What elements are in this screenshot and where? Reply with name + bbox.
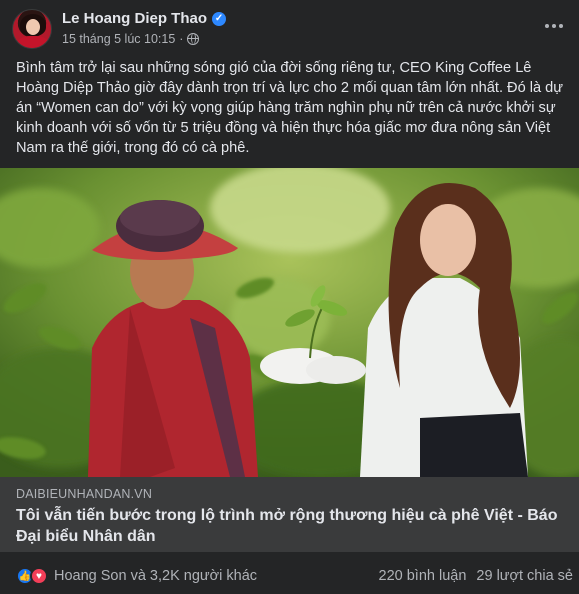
reactions-text[interactable]: Hoang Son và 3,2K người khác [54, 568, 257, 584]
dot-icon [552, 24, 556, 28]
post-footer: 👍 ♥ Hoang Son và 3,2K người khác 220 bìn… [0, 560, 579, 592]
photo-illustration [0, 168, 579, 477]
globe-icon[interactable] [187, 33, 200, 45]
separator-dot: · [179, 32, 184, 46]
verified-badge-icon: ✓ [212, 11, 227, 26]
shares-count[interactable]: 29 lượt chia sẻ [476, 568, 573, 584]
comments-count[interactable]: 220 bình luận [379, 568, 467, 584]
link-domain: DAIBIEUNHANDAN.VN [16, 487, 153, 501]
author-avatar[interactable] [12, 9, 52, 49]
dot-icon [545, 24, 549, 28]
author-name[interactable]: Le Hoang Diep Thao [62, 10, 207, 27]
post-text: Bình tâm trở lại sau những sóng gió của … [16, 60, 564, 156]
more-options-button[interactable] [541, 16, 567, 36]
reactions-summary[interactable]: 👍 ♥ Hoang Son và 3,2K người khác [16, 567, 257, 585]
post-timestamp[interactable]: 15 tháng 5 lúc 10:15 [62, 32, 175, 46]
post-card: Le Hoang Diep Thao ✓ 15 tháng 5 lúc 10:1… [0, 0, 579, 594]
dot-icon [559, 24, 563, 28]
love-icon: ♥ [30, 567, 48, 585]
post-meta: 15 tháng 5 lúc 10:15 · [62, 32, 200, 46]
link-title[interactable]: Tôi vẫn tiến bước trong lộ trình mở rộng… [16, 505, 561, 547]
post-header: Le Hoang Diep Thao ✓ 15 tháng 5 lúc 10:1… [0, 0, 579, 56]
engagement-counts: 220 bình luận 29 lượt chia sẻ [379, 568, 573, 584]
author-name-row: Le Hoang Diep Thao ✓ [62, 10, 227, 27]
post-photo[interactable] [0, 168, 579, 477]
link-preview[interactable]: DAIBIEUNHANDAN.VN Tôi vẫn tiến bước tron… [0, 477, 579, 552]
